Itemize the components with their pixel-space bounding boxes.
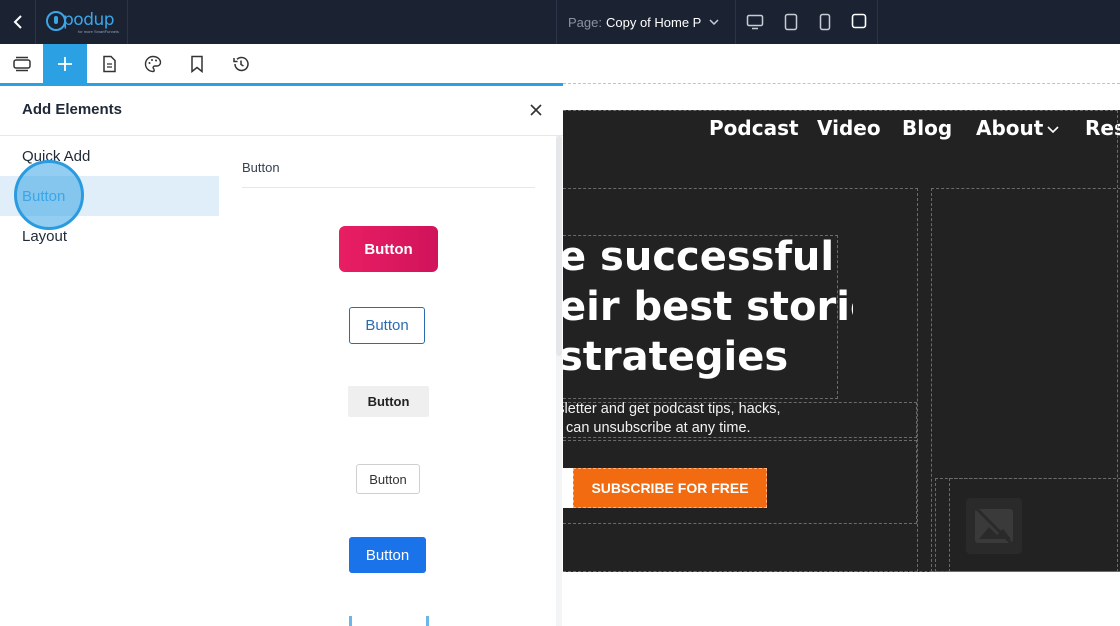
button-style-partial[interactable] [426,616,429,626]
add-elements-panel: Add Elements Quick Add Button Layout But… [0,86,563,626]
bookmark-icon[interactable] [175,44,219,83]
sections-icon[interactable] [0,44,44,83]
canvas-top-area [563,44,1120,110]
top-bar: podup for more SmartFunnels Page: Copy o… [0,0,1120,44]
subscribe-button[interactable]: SUBSCRIBE FOR FREE [573,468,767,508]
pages-icon[interactable] [87,44,131,83]
hero-subtext: ysletter and get podcast tips, hacks, ca… [563,400,781,438]
page-selector[interactable]: Page: Copy of Home P [556,0,736,44]
close-icon [530,104,542,116]
headline-line: strategies [563,334,789,380]
logo-text: podup [63,10,115,30]
button-style-bordered[interactable]: Button [356,464,420,494]
section-divider [242,187,535,188]
headline-line: e successful [563,234,835,280]
button-style-partial[interactable] [349,616,352,626]
section-label: Button [242,160,280,175]
image-placeholder [966,498,1022,554]
add-icon[interactable] [43,44,87,83]
chevron-down-icon [709,19,719,25]
history-icon[interactable] [219,44,263,83]
page-name: Copy of Home P [605,14,702,30]
logo: podup for more SmartFunnels [37,0,128,44]
fullscreen-view-icon[interactable] [849,11,869,31]
button-style-gradient[interactable]: Button [339,226,438,272]
canvas-top-guide [563,83,1120,84]
hero-headline: e successful eir best stories, strategie… [563,232,853,382]
category-layout[interactable]: Layout [0,216,219,256]
panel-scroll-thumb[interactable] [556,136,562,356]
logo-subtext: for more SmartFunnels [78,29,119,34]
theme-icon[interactable] [131,44,175,83]
button-style-outline[interactable]: Button [349,307,425,344]
back-button[interactable] [0,0,36,44]
category-quick-add[interactable]: Quick Add [0,136,219,176]
subtext-line: can unsubscribe at any time. [566,420,751,436]
device-switcher [736,0,878,44]
mobile-view-icon[interactable] [815,12,835,32]
headline-line: eir best stories, [563,284,853,330]
page-preview[interactable]: Podcast Video Blog About Res e successfu… [563,110,1120,572]
panel-header: Add Elements [0,86,563,136]
close-button[interactable] [526,100,546,120]
button-style-gray[interactable]: Button [348,386,429,417]
subtext-line: ysletter and get podcast tips, hacks, [563,401,781,417]
page-label: Page: [568,14,602,30]
no-image-icon [973,505,1015,547]
category-button[interactable]: Button [0,176,219,216]
editor-toolbar [0,44,563,83]
chevron-left-icon [13,15,22,29]
desktop-view-icon[interactable] [745,12,765,32]
panel-title: Add Elements [22,101,123,118]
canvas-bottom-area [563,572,1120,626]
button-style-blue[interactable]: Button [349,537,426,573]
tablet-view-icon[interactable] [781,12,801,32]
